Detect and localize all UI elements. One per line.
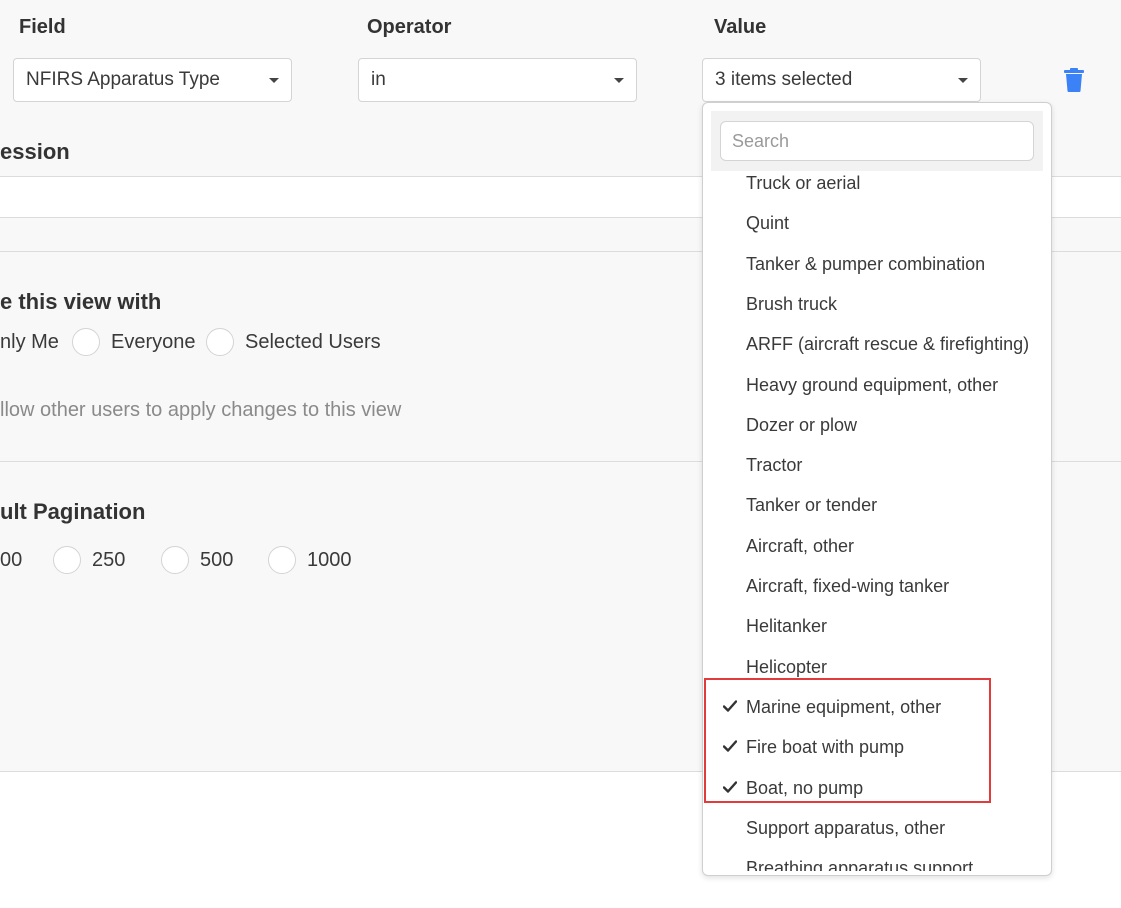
- trash-icon[interactable]: [1064, 68, 1084, 92]
- share-radio-everyone[interactable]: [72, 328, 100, 356]
- pagination-option-500[interactable]: 500: [200, 549, 233, 572]
- pagination-title: ult Pagination: [0, 499, 146, 524]
- dropdown-option[interactable]: Heavy ground equipment, other: [711, 373, 1043, 413]
- dropdown-option-label: Aircraft, other: [746, 535, 855, 556]
- share-option-everyone[interactable]: Everyone: [111, 331, 196, 354]
- operator-select-value: in: [371, 69, 386, 90]
- dropdown-option-label: ARFF (aircraft rescue & firefighting): [746, 334, 1030, 355]
- chevron-down-icon: [614, 78, 624, 83]
- field-select-value: NFIRS Apparatus Type: [26, 69, 220, 90]
- chevron-down-icon: [269, 78, 279, 83]
- dropdown-option-label: Tanker & pumper combination: [746, 253, 986, 274]
- field-label: Field: [19, 16, 66, 38]
- dropdown-search-area: [711, 111, 1043, 171]
- chevron-down-icon: [958, 78, 968, 83]
- operator-label: Operator: [367, 16, 452, 38]
- dropdown-option-label: Tanker or tender: [746, 495, 878, 516]
- pagination-option-1000[interactable]: 1000: [307, 549, 352, 572]
- dropdown-option[interactable]: Tanker & pumper combination: [711, 252, 1043, 292]
- dropdown-option-label: Aircraft, fixed-wing tanker: [746, 576, 950, 596]
- dropdown-option[interactable]: Tractor: [711, 453, 1043, 493]
- dropdown-option[interactable]: Aircraft, other: [711, 534, 1043, 574]
- dropdown-option-label: Support apparatus, other: [746, 817, 946, 838]
- dropdown-option[interactable]: Aircraft, fixed-wing tanker: [711, 574, 1043, 614]
- dropdown-option-label: Heavy ground equipment, other: [746, 374, 999, 395]
- field-select[interactable]: NFIRS Apparatus Type: [13, 58, 292, 102]
- page: Field Operator Value NFIRS Apparatus Typ…: [0, 0, 1121, 908]
- pagination-option-100[interactable]: 00: [0, 549, 22, 572]
- allow-changes-text[interactable]: llow other users to apply changes to thi…: [0, 399, 401, 422]
- value-select-value: 3 items selected: [715, 69, 853, 90]
- operator-select[interactable]: in: [358, 58, 637, 102]
- value-select[interactable]: 3 items selected: [702, 58, 981, 102]
- dropdown-option[interactable]: Brush truck: [711, 292, 1043, 332]
- dropdown-option[interactable]: Quint: [711, 211, 1043, 251]
- dropdown-option-label: Quint: [746, 213, 790, 234]
- dropdown-search-input[interactable]: [720, 121, 1034, 161]
- selected-items-highlight: [704, 678, 991, 803]
- pagination-radio-1000[interactable]: [268, 546, 296, 574]
- dropdown-option-label: Brush truck: [746, 293, 838, 314]
- pagination-option-250[interactable]: 250: [92, 549, 125, 572]
- dropdown-option[interactable]: Tanker or tender: [711, 493, 1043, 533]
- dropdown-option[interactable]: Dozer or plow: [711, 413, 1043, 453]
- dropdown-option-label: Tractor: [746, 455, 803, 476]
- dropdown-option[interactable]: Helitanker: [711, 614, 1043, 654]
- value-label: Value: [714, 16, 767, 38]
- share-option-selected-users[interactable]: Selected Users: [245, 331, 381, 354]
- pagination-radio-500[interactable]: [161, 546, 189, 574]
- dropdown-option-label: Dozer or plow: [746, 414, 858, 435]
- pagination-radio-250[interactable]: [53, 546, 81, 574]
- dropdown-option-label: Breathing apparatus support: [746, 858, 974, 871]
- expression-title: ession: [0, 139, 70, 164]
- dropdown-option[interactable]: Support apparatus, other: [711, 816, 1043, 856]
- dropdown-option-label: Helitanker: [746, 616, 828, 637]
- dropdown-option-label: Helicopter: [746, 656, 828, 677]
- dropdown-option-label: Truck or aerial: [746, 173, 861, 193]
- dropdown-option[interactable]: Truck or aerial: [711, 171, 1043, 211]
- share-radio-selected-users[interactable]: [206, 328, 234, 356]
- dropdown-option[interactable]: Breathing apparatus support: [711, 856, 1043, 871]
- dropdown-option[interactable]: ARFF (aircraft rescue & firefighting): [711, 332, 1043, 372]
- share-title: e this view with: [0, 289, 162, 314]
- share-option-only-me[interactable]: nly Me: [0, 331, 59, 354]
